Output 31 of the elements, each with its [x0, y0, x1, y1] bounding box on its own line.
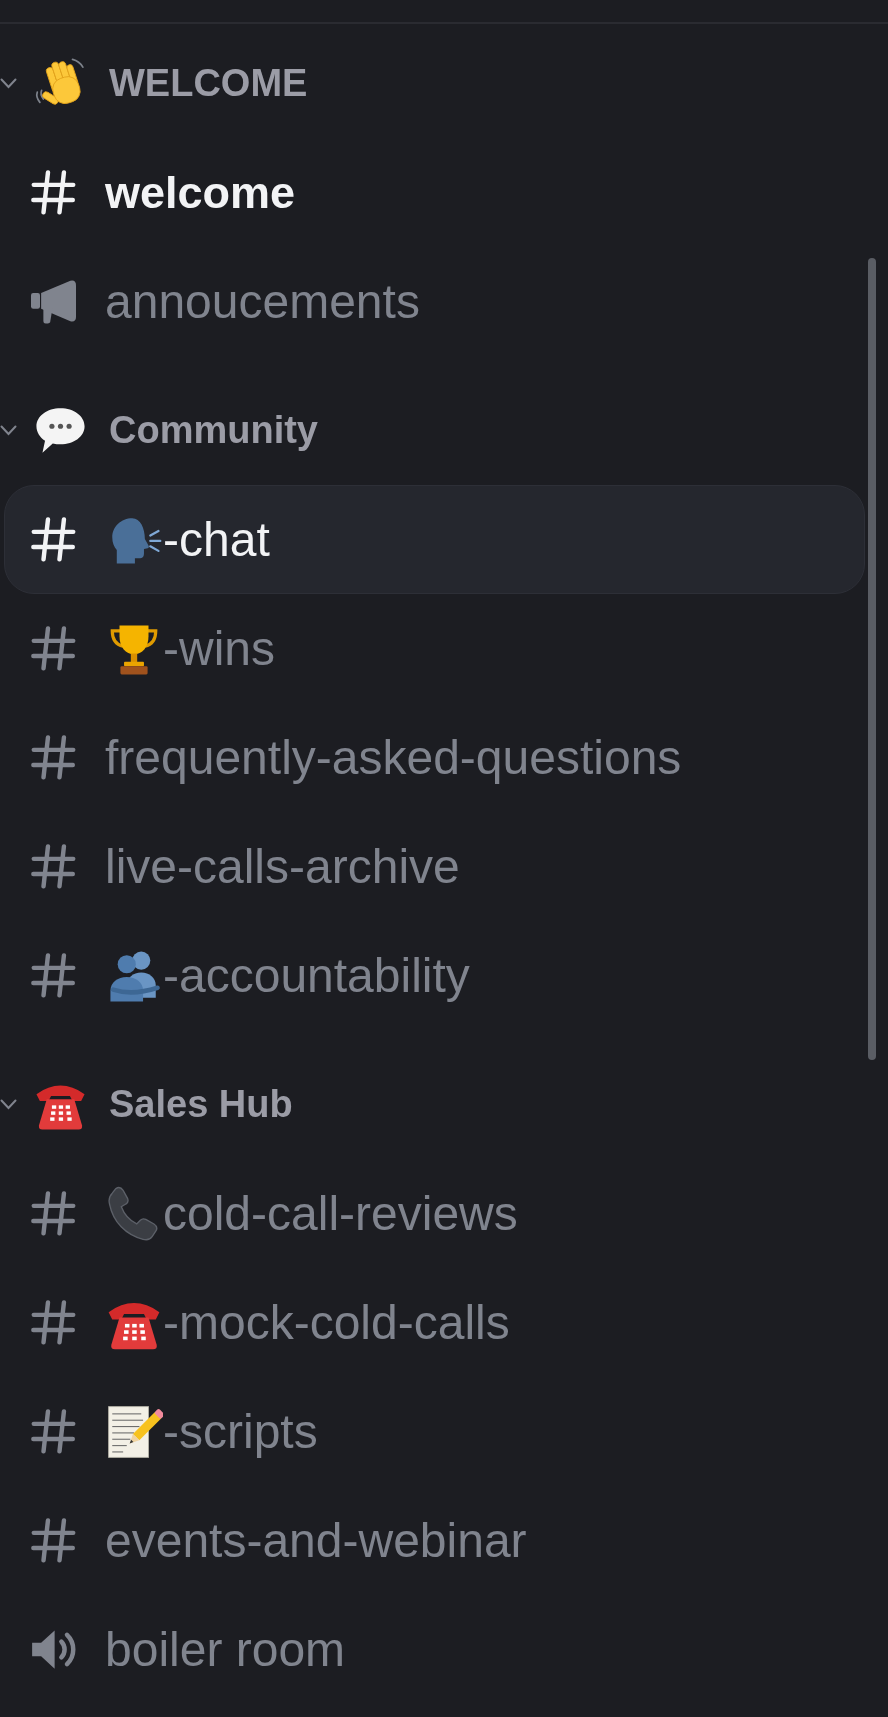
channel-item[interactable]: -wins: [4, 594, 865, 703]
channel-item[interactable]: welcome: [4, 138, 865, 247]
chevron-down-icon[interactable]: [0, 78, 17, 89]
hash-icon: [31, 170, 76, 215]
channel-item[interactable]: cold-call-reviews: [4, 1159, 865, 1268]
hash-icon: [31, 1518, 76, 1563]
channel-item[interactable]: -accountability: [4, 921, 865, 1030]
hash-icon: [31, 844, 76, 889]
channel-item[interactable]: -mock-cold-calls: [4, 1268, 865, 1377]
chevron-down-icon[interactable]: [0, 1099, 17, 1110]
channel-item[interactable]: boiler room: [4, 1595, 865, 1704]
channel-item[interactable]: events-and-webinar: [4, 1486, 865, 1595]
channel-item[interactable]: -chat: [4, 485, 865, 594]
hash-icon: [31, 1300, 76, 1345]
hash-icon: [31, 953, 76, 998]
speaker-icon: [31, 1627, 76, 1672]
category-name[interactable]: WELCOME: [109, 62, 308, 105]
scrollbar-thumb[interactable]: [868, 258, 876, 1060]
chevron-down-icon[interactable]: [0, 425, 17, 436]
channel-item[interactable]: frequently-asked-questions: [4, 703, 865, 812]
hash-icon: [31, 1191, 76, 1236]
category-name[interactable]: Community: [109, 409, 318, 452]
channel-item[interactable]: live-calls-archive: [4, 812, 865, 921]
channel-item[interactable]: annoucements: [4, 247, 865, 356]
hash-icon: [31, 626, 76, 671]
channel-item[interactable]: -scripts: [4, 1377, 865, 1486]
category-name[interactable]: Sales Hub: [109, 1083, 293, 1126]
hash-icon: [31, 517, 76, 562]
hash-icon: [31, 1409, 76, 1454]
megaphone-icon: [31, 279, 76, 324]
hash-icon: [31, 735, 76, 780]
